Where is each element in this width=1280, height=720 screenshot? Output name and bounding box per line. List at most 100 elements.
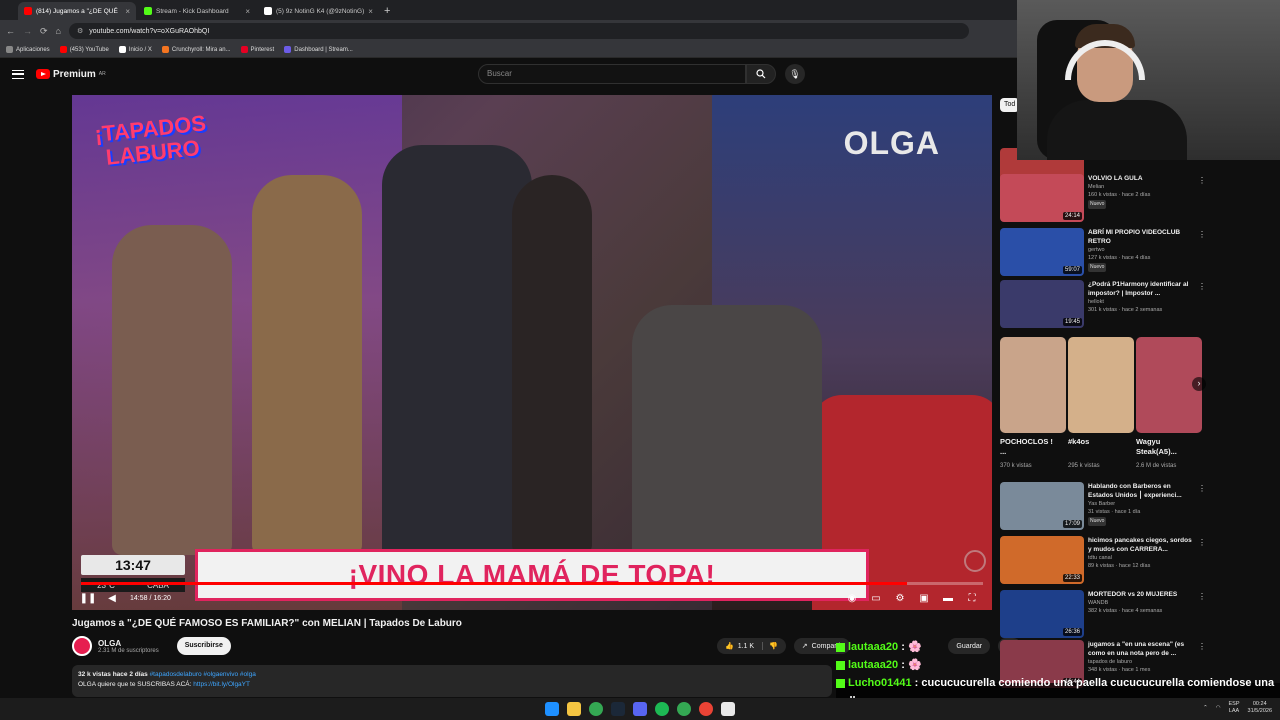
new-tab-icon[interactable]: + — [384, 2, 390, 20]
description-tags[interactable]: #tapadosdelaburo #olgaenvivo #olga — [150, 671, 256, 678]
youtube-masthead: Premium AR Buscar 🎙 — [0, 58, 1020, 90]
recommended-video[interactable]: 22:33 hicimos pancakes ciegos, sordos y m… — [1000, 536, 1206, 584]
video-title[interactable]: VOLVIO LA GULA — [1088, 174, 1196, 183]
video-title[interactable]: ¿Podrá P1Harmony identificar al impostor… — [1088, 280, 1196, 298]
short-title[interactable]: Wagyu Steak(A5)... — [1136, 437, 1196, 457]
chat-emote: 🌸 — [907, 659, 922, 671]
video-thumbnail[interactable]: 24:14 — [1000, 174, 1084, 222]
windows-start-icon[interactable] — [545, 702, 559, 716]
volume-icon[interactable]: ◀ — [106, 592, 118, 604]
spotify-icon[interactable] — [655, 702, 669, 716]
video-channel[interactable]: hellokt — [1088, 298, 1196, 306]
short-thumbnail[interactable] — [1068, 337, 1134, 433]
browser-tabstrip: (814) Jugamos a "¿DE QUÉ × Stream - Kick D… — [0, 0, 1020, 20]
short-thumbnail[interactable] — [1000, 337, 1066, 433]
video-thumbnail[interactable]: 17:09 — [1000, 482, 1084, 530]
video-thumbnail[interactable]: 22:33 — [1000, 536, 1084, 584]
recommended-video[interactable]: 24:14 VOLVIO LA GULA Melian 160 k vistas · … — [1000, 174, 1206, 222]
more-vert-icon[interactable]: ⋮ — [1198, 230, 1206, 239]
video-thumbnail[interactable]: 19:45 — [1000, 280, 1084, 328]
video-thumbnail[interactable]: 59:07 — [1000, 228, 1084, 276]
chat-username[interactable]: Lucho01441 — [848, 677, 912, 689]
video-title[interactable]: hicimos pancakes ciegos, sordos y mudos … — [1088, 536, 1196, 554]
video-title[interactable]: MORTEDOR vs 20 MUJERES — [1088, 590, 1196, 599]
steam-icon[interactable] — [611, 702, 625, 716]
recommended-video[interactable]: 17:09 Hablando con Barberos en Estados Un… — [1000, 482, 1206, 530]
recommended-video[interactable]: 26:36 MORTEDOR vs 20 MUJERES WANDB 382 k vi… — [1000, 590, 1206, 638]
chrome-icon[interactable] — [677, 702, 691, 716]
bookmark-item[interactable]: Inicio / X — [118, 46, 152, 53]
reload-icon[interactable]: ⟳ — [40, 26, 48, 37]
short-title[interactable]: #k4os — [1068, 437, 1128, 447]
menu-icon[interactable] — [12, 69, 24, 79]
video-title[interactable]: Hablando con Barberos en Estados Unidos … — [1088, 482, 1196, 500]
youtube-logo[interactable]: Premium AR — [36, 69, 106, 80]
scene-person — [512, 175, 592, 555]
autoplay-toggle-icon[interactable]: ◉ — [846, 592, 858, 604]
wifi-icon[interactable]: ◠ — [1216, 705, 1221, 712]
close-icon[interactable]: × — [125, 7, 130, 16]
bookmark-icon — [6, 46, 13, 53]
description-link[interactable]: https://bit.ly/OlgaYT — [193, 681, 250, 688]
browser-tab[interactable]: Stream - Kick Dashboard × — [138, 2, 256, 20]
more-vert-icon[interactable]: ⋮ — [1198, 484, 1206, 493]
fullscreen-icon[interactable]: ⛶ — [966, 592, 978, 604]
close-icon[interactable]: × — [245, 7, 250, 16]
tray-chevron-icon[interactable]: ⌃ — [1203, 705, 1208, 712]
video-channel[interactable]: Melian — [1088, 183, 1196, 191]
channel-name[interactable]: OLGA — [98, 639, 159, 648]
avatar[interactable] — [72, 636, 92, 656]
search-input[interactable]: Buscar — [478, 64, 746, 84]
mic-icon[interactable]: 🎙 — [785, 64, 805, 84]
chat-username[interactable]: lautaaa20 — [848, 641, 898, 653]
more-vert-icon[interactable]: ⋮ — [1198, 592, 1206, 601]
description-box[interactable]: 32 k vistas hace 2 días #tapadosdelaburo… — [72, 665, 832, 697]
home-icon[interactable]: ⌂ — [56, 26, 61, 36]
back-icon[interactable]: ← — [6, 26, 15, 36]
close-icon[interactable]: × — [368, 7, 373, 16]
bookmark-item[interactable]: Aplicaciones — [6, 46, 50, 53]
bookmark-item[interactable]: Pinterest — [240, 46, 274, 53]
subtitles-icon[interactable]: ▭ — [870, 592, 882, 604]
more-vert-icon[interactable]: ⋮ — [1198, 176, 1206, 185]
short-title[interactable]: POCHOCLOS ! ... — [1000, 437, 1060, 457]
clock[interactable]: 00:24 31/5/2026 — [1248, 701, 1272, 715]
pause-icon[interactable]: ❚❚ — [80, 592, 97, 604]
forward-icon[interactable]: → — [23, 26, 32, 36]
video-channel[interactable]: gertwo — [1088, 246, 1196, 254]
subscribe-button[interactable]: Suscribirse — [176, 637, 231, 655]
recommended-video[interactable]: 19:45 ¿Podrá P1Harmony identificar al imp… — [1000, 280, 1206, 328]
video-thumbnail[interactable]: 26:36 — [1000, 590, 1084, 638]
bookmark-item[interactable]: Dashboard | Stream... — [284, 46, 353, 53]
bookmark-item[interactable]: (453) YouTube — [59, 46, 109, 53]
chat-username[interactable]: lautaaa20 — [848, 659, 898, 671]
more-vert-icon[interactable]: ⋮ — [1198, 282, 1206, 291]
chrome-profile-icon[interactable] — [699, 702, 713, 716]
thumbs-down-icon[interactable]: 👎 — [762, 642, 778, 650]
chrome-icon[interactable] — [589, 702, 603, 716]
capcut-icon[interactable] — [721, 702, 735, 716]
video-channel[interactable]: Yas Barber — [1088, 500, 1196, 508]
video-title[interactable]: ABRÍ MI PROPIO VIDEOCLUB RETRO — [1088, 228, 1196, 246]
progress-bar[interactable] — [81, 582, 983, 585]
video-channel[interactable]: WANDB — [1088, 599, 1196, 607]
file-explorer-icon[interactable] — [567, 702, 581, 716]
recommended-video[interactable]: 59:07 ABRÍ MI PROPIO VIDEOCLUB RETRO gertw… — [1000, 228, 1206, 276]
browser-tab[interactable]: (5) 9z NotinG K4 (@9zNotinG) × — [258, 2, 376, 20]
url-field[interactable]: ⚙ youtube.com/watch?v=oXGuRAOhbQI — [68, 23, 969, 39]
miniplayer-icon[interactable]: ▣ — [918, 592, 930, 604]
browser-tab[interactable]: (814) Jugamos a "¿DE QUÉ × — [18, 2, 136, 20]
language-indicator[interactable]: ESP LAA — [1229, 701, 1240, 715]
chevron-right-icon[interactable]: › — [1192, 377, 1206, 391]
search-button[interactable] — [746, 64, 776, 84]
bookmark-item[interactable]: Crunchyroll: Mira an... — [161, 46, 231, 53]
video-channel[interactable]: tdtu canal — [1088, 554, 1196, 562]
video-player[interactable]: ¡TAPADOS LABURO OLGA 13:47 23°C CABA ¡VI… — [72, 95, 992, 610]
more-vert-icon[interactable]: ⋮ — [1198, 538, 1206, 547]
site-info-icon[interactable]: ⚙ — [77, 27, 83, 35]
settings-icon[interactable]: ⚙ — [894, 592, 906, 604]
like-button[interactable]: 👍 1.1 K 👎 — [717, 638, 786, 654]
theater-icon[interactable]: ▬ — [942, 592, 954, 604]
discord-icon[interactable] — [633, 702, 647, 716]
video-stats: 31 vistas · hace 1 día — [1088, 509, 1141, 515]
